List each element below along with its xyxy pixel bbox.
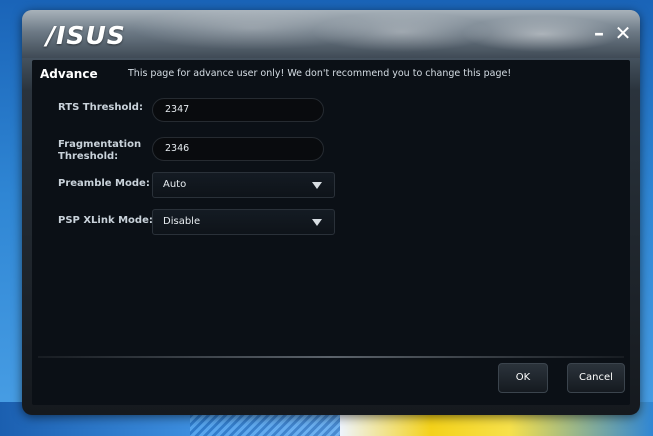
preamble-mode-label: Preamble Mode: (58, 178, 150, 189)
warning-note: This page for advance user only! We don'… (128, 68, 512, 79)
fragmentation-label-line1: Fragmentation (58, 139, 142, 150)
minimize-button[interactable]: – (588, 22, 610, 44)
asus-settings-window: /ISUS – ✕ Advance This page for advance … (22, 10, 640, 415)
footer-divider (38, 356, 624, 358)
title-bar[interactable]: /ISUS – ✕ (22, 10, 640, 58)
fragmentation-label-line2: Threshold: (58, 151, 119, 162)
chevron-down-icon (312, 182, 322, 189)
psp-xlink-mode-value: Disable (163, 216, 201, 227)
psp-xlink-mode-select[interactable]: Disable (152, 209, 335, 235)
advance-panel: Advance This page for advance user only!… (32, 60, 630, 405)
rts-threshold-input[interactable]: 2347 (152, 98, 324, 122)
preamble-mode-value: Auto (163, 179, 187, 190)
psp-xlink-mode-label: PSP XLink Mode: (58, 215, 153, 226)
ok-button[interactable]: OK (498, 363, 548, 393)
cancel-button[interactable]: Cancel (567, 363, 625, 393)
close-button[interactable]: ✕ (612, 22, 634, 44)
fragmentation-threshold-input[interactable]: 2346 (152, 137, 324, 161)
page-title: Advance (40, 67, 98, 81)
rts-threshold-label: RTS Threshold: (58, 102, 143, 113)
asus-logo: /ISUS (46, 21, 126, 50)
chevron-down-icon (312, 219, 322, 226)
fragmentation-threshold-label: Fragmentation Threshold: (58, 139, 141, 163)
preamble-mode-select[interactable]: Auto (152, 172, 335, 198)
